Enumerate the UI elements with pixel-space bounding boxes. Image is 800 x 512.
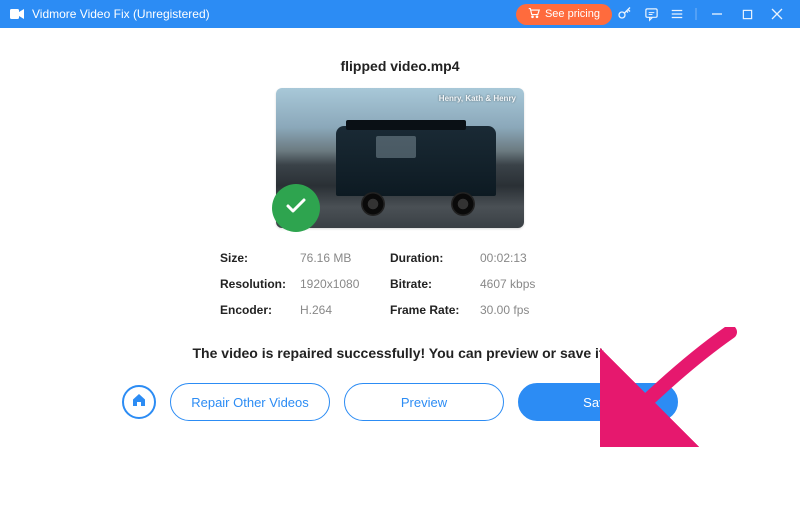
close-button[interactable] [762,0,792,28]
duration-label: Duration: [390,251,480,265]
thumb-detail [376,136,416,158]
bitrate-value: 4607 kbps [480,277,570,291]
titlebar: Vidmore Video Fix (Unregistered) See pri… [0,0,800,28]
main-content: flipped video.mp4 Henry, Kath & Henry Si… [0,28,800,421]
home-icon [131,392,147,413]
preview-button[interactable]: Preview [344,383,504,421]
home-button[interactable] [122,385,156,419]
status-message: The video is repaired successfully! You … [0,345,800,361]
thumb-detail [361,192,385,216]
see-pricing-button[interactable]: See pricing [516,4,612,25]
minimize-button[interactable] [702,0,732,28]
maximize-button[interactable] [732,0,762,28]
repair-other-videos-button[interactable]: Repair Other Videos [170,383,330,421]
action-row: Repair Other Videos Preview Save [0,383,800,421]
filename: flipped video.mp4 [0,58,800,74]
video-thumbnail-container: Henry, Kath & Henry [276,88,524,228]
feedback-icon[interactable] [638,0,664,28]
resolution-label: Resolution: [220,277,300,291]
encoder-value: H.264 [300,303,390,317]
divider [690,0,702,28]
check-icon [284,194,308,223]
framerate-value: 30.00 fps [480,303,570,317]
app-title: Vidmore Video Fix (Unregistered) [32,7,210,21]
save-button[interactable]: Save [518,383,678,421]
key-icon[interactable] [612,0,638,28]
size-value: 76.16 MB [300,251,390,265]
resolution-value: 1920x1080 [300,277,390,291]
menu-icon[interactable] [664,0,690,28]
watermark-text: Henry, Kath & Henry [439,94,516,103]
size-label: Size: [220,251,300,265]
success-badge [272,184,320,232]
app-logo-icon [8,5,26,23]
cart-icon [528,7,540,22]
framerate-label: Frame Rate: [390,303,480,317]
video-info-grid: Size: 76.16 MB Duration: 00:02:13 Resolu… [220,251,580,317]
duration-value: 00:02:13 [480,251,570,265]
bitrate-label: Bitrate: [390,277,480,291]
thumb-detail [451,192,475,216]
encoder-label: Encoder: [220,303,300,317]
pricing-label: See pricing [545,8,600,20]
